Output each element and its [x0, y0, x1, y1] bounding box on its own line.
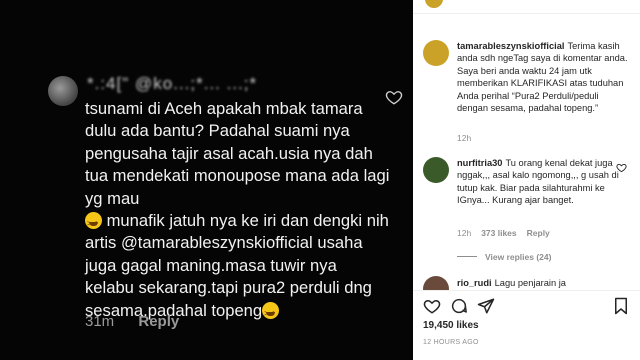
header-avatar[interactable] [423, 0, 445, 10]
comment-text: nurfitria30 Tu orang kenal dekat juga ngg… [457, 157, 622, 207]
grinning-squinting-face-icon [262, 301, 280, 325]
heart-icon[interactable] [423, 297, 441, 315]
action-bar: 19,450 likes 12 HOURS AGO [413, 290, 640, 360]
comment-text: tsunami di Aceh apakah mbak tamara dulu … [85, 98, 390, 325]
post-image: *.:4[" @ko...;*... ...;* tsunami di Aceh… [0, 0, 413, 360]
caption-avatar[interactable] [423, 40, 449, 66]
caption-username[interactable]: tamarableszynskiofficial [457, 41, 564, 51]
comment-icon[interactable] [450, 297, 468, 315]
heart-icon [385, 91, 403, 105]
caption-body: Terima kasih anda sdh ngeTag saya di kom… [457, 41, 628, 114]
commenter-username[interactable]: nurfitria30 [457, 158, 502, 168]
comment-meta: 31m Reply [85, 313, 179, 330]
like-count[interactable]: 19,450 likes [423, 320, 479, 331]
comment-time: 31m [85, 313, 115, 330]
share-icon[interactable] [477, 297, 495, 315]
comment-username-blurred: *.:4[" @ko...;*... ...;* [87, 74, 258, 93]
view-replies-label: View replies (24) [485, 252, 552, 262]
caption-text: tamarableszynskiofficial Terima kasih and… [457, 40, 632, 114]
reply-button[interactable]: Reply [527, 228, 550, 238]
comment-time: 12h [457, 228, 472, 238]
post-panel: tamarableszynskiofficial Terima kasih and… [413, 0, 640, 360]
comment-text-part-2: munafik jatuh nya ke iri dan dengki nih … [85, 211, 389, 320]
caption-time: 12h [457, 133, 472, 143]
comment-meta: 12h 373 likes Reply [457, 228, 550, 238]
comment-text-part-1: tsunami di Aceh apakah mbak tamara dulu … [85, 99, 390, 208]
comment-body: Lagu penjarain ja [494, 278, 566, 288]
comment-likes[interactable]: 373 likes [481, 228, 516, 238]
commenter-avatar[interactable] [423, 157, 449, 183]
commenter-username[interactable]: rio_rudi [457, 278, 492, 288]
comment-text: rio_rudi Lagu penjarain ja [457, 277, 632, 289]
reply-link: Reply [138, 313, 180, 330]
view-replies-link[interactable]: View replies (24) [457, 252, 551, 262]
grinning-squinting-face-icon [85, 212, 102, 235]
heart-icon[interactable] [616, 162, 627, 173]
post-timestamp: 12 HOURS AGO [423, 339, 479, 346]
post-header [413, 0, 640, 14]
bookmark-icon[interactable] [612, 297, 630, 315]
comment-avatar [48, 76, 78, 106]
